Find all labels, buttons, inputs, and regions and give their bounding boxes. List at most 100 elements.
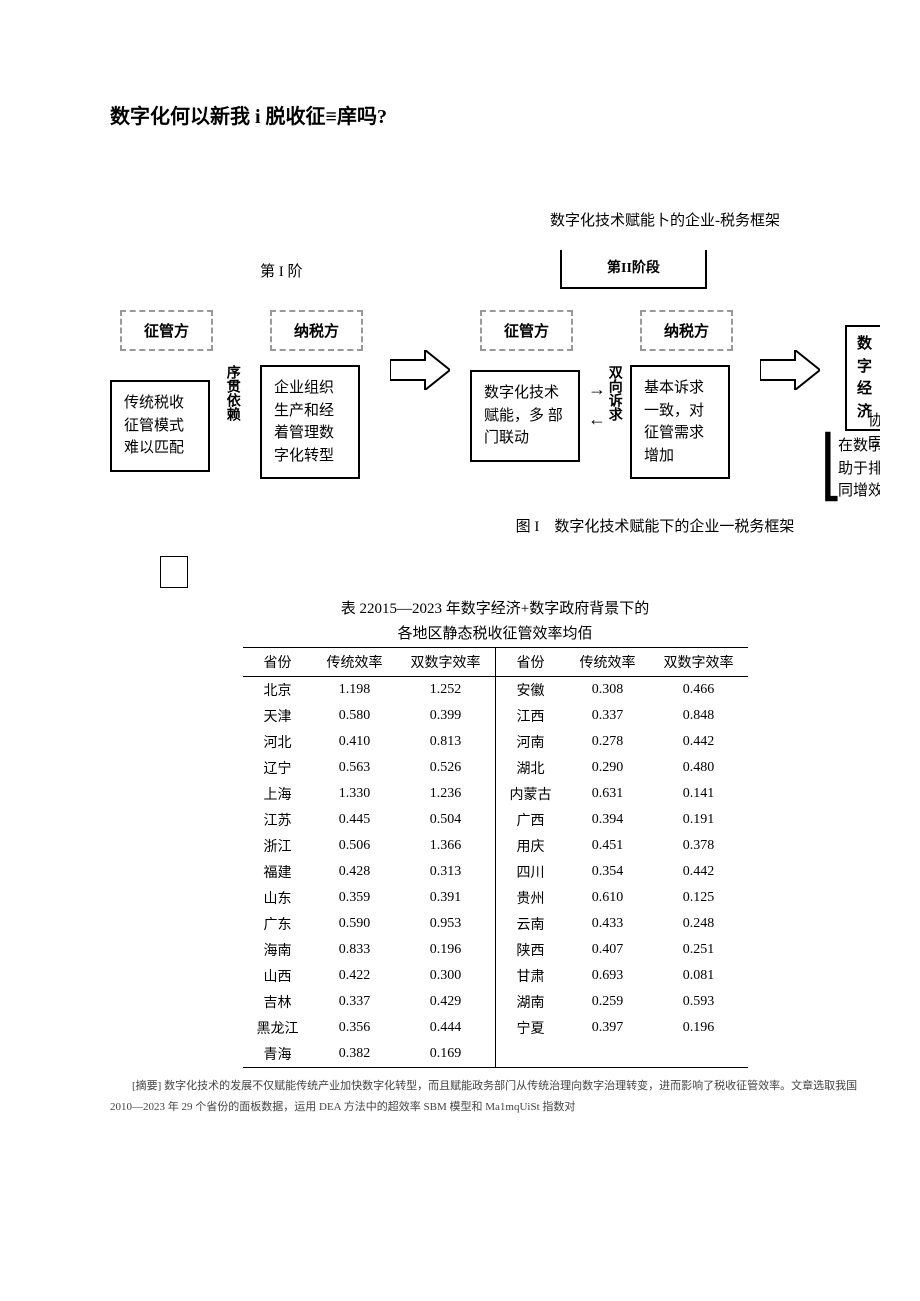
table-cell: 江西 bbox=[495, 703, 566, 729]
table-cell: 0.428 bbox=[313, 859, 397, 885]
table-cell: 湖北 bbox=[495, 755, 566, 781]
table-cell: 安徽 bbox=[495, 677, 566, 704]
table-cell: 0.953 bbox=[397, 911, 496, 937]
table-cell: 0.391 bbox=[397, 885, 496, 911]
box-zgf2: 征管方 bbox=[480, 310, 573, 351]
abstract-label: [摘要] bbox=[132, 1080, 161, 1092]
table-row: 福建0.4280.313四川0.3540.442 bbox=[243, 859, 748, 885]
table-cell bbox=[495, 1041, 566, 1068]
table-row: 天津0.5800.399江西0.3370.848 bbox=[243, 703, 748, 729]
box-enterprise: 企业组织 生产和经 着管理数 字化转型 bbox=[260, 365, 360, 479]
table-cell: 0.196 bbox=[397, 937, 496, 963]
table-cell: 辽宁 bbox=[243, 755, 313, 781]
table-cell: 0.590 bbox=[313, 911, 397, 937]
th-province2: 省份 bbox=[495, 648, 566, 677]
table-row: 上海1.3301.236内蒙古0.6310.141 bbox=[243, 781, 748, 807]
box-demand: 基本诉求 一致，对 征管需求 增加 bbox=[630, 365, 730, 479]
table-row: 广东0.5900.953云南0.4330.248 bbox=[243, 911, 748, 937]
table-cell: 0.359 bbox=[313, 885, 397, 911]
table-cell: 江苏 bbox=[243, 807, 313, 833]
box-traditional: 传统税收 征管模式 难以匹配 bbox=[110, 380, 210, 472]
table-cell: 0.382 bbox=[313, 1041, 397, 1068]
framework-diagram: 第 I 阶 第II阶段 征管方 纳税方 传统税收 征管模式 难以匹配 序贯依赖 … bbox=[110, 250, 880, 510]
table-cell: 0.526 bbox=[397, 755, 496, 781]
table-row: 山东0.3590.391贵州0.6100.125 bbox=[243, 885, 748, 911]
table-row: 黑龙江0.3560.444宁夏0.3970.196 bbox=[243, 1015, 748, 1041]
table-cell: 山西 bbox=[243, 963, 313, 989]
th-trad-eff: 传统效率 bbox=[313, 648, 397, 677]
table-cell: 0.563 bbox=[313, 755, 397, 781]
table-cell: 0.337 bbox=[566, 703, 650, 729]
table-cell: 湖南 bbox=[495, 989, 566, 1015]
table-cell: 海南 bbox=[243, 937, 313, 963]
table-cell: 0.248 bbox=[650, 911, 748, 937]
table-cell: 0.356 bbox=[313, 1015, 397, 1041]
abstract-text: 数字化技术的发展不仅赋能传统产业加快数字化转型，而且赋能政务部门从传统治理向数字… bbox=[110, 1080, 857, 1113]
table-cell: 0.506 bbox=[313, 833, 397, 859]
table-row: 青海0.3820.169 bbox=[243, 1041, 748, 1068]
table-title-l1: 表 22015—2023 年数字经济+数字政府背景下的 bbox=[110, 598, 880, 621]
table-cell: 0.466 bbox=[650, 677, 748, 704]
paper-title: 数字化何以新我 i 脱收征≡庠吗? bbox=[110, 100, 880, 129]
table-cell: 0.593 bbox=[650, 989, 748, 1015]
th-dual-eff2: 双数字效率 bbox=[650, 648, 748, 677]
table-cell: 1.236 bbox=[397, 781, 496, 807]
table-cell: 0.848 bbox=[650, 703, 748, 729]
table-row: 吉林0.3370.429湖南0.2590.593 bbox=[243, 989, 748, 1015]
table-row: 山西0.4220.300甘肃0.6930.081 bbox=[243, 963, 748, 989]
table-cell: 河南 bbox=[495, 729, 566, 755]
small-square-icon bbox=[160, 556, 188, 588]
table-cell: 广西 bbox=[495, 807, 566, 833]
abstract: [摘要] 数字化技术的发展不仅赋能传统产业加快数字化转型，而且赋能政务部门从传统… bbox=[110, 1076, 880, 1118]
table-row: 江苏0.4450.504广西0.3940.191 bbox=[243, 807, 748, 833]
table-cell: 0.125 bbox=[650, 885, 748, 911]
table-cell: 福建 bbox=[243, 859, 313, 885]
th-trad-eff2: 传统效率 bbox=[566, 648, 650, 677]
table-row: 海南0.8330.196陕西0.4070.251 bbox=[243, 937, 748, 963]
table-cell: 0.308 bbox=[566, 677, 650, 704]
diagram-title: 数字化技术赋能卜的企业-税务框架 bbox=[450, 209, 880, 230]
table-cell: 0.451 bbox=[566, 833, 650, 859]
th-province: 省份 bbox=[243, 648, 313, 677]
table-cell: 0.422 bbox=[313, 963, 397, 989]
table-cell: 0.378 bbox=[650, 833, 748, 859]
table-cell: 0.580 bbox=[313, 703, 397, 729]
table-cell: 0.399 bbox=[397, 703, 496, 729]
table-cell: 0.813 bbox=[397, 729, 496, 755]
table-cell bbox=[650, 1041, 748, 1068]
table-cell: 山东 bbox=[243, 885, 313, 911]
table-cell: 0.693 bbox=[566, 963, 650, 989]
table-cell: 0.354 bbox=[566, 859, 650, 885]
stage1-label: 第 I 阶 bbox=[260, 260, 303, 281]
table-cell: 内蒙古 bbox=[495, 781, 566, 807]
table-cell: 云南 bbox=[495, 911, 566, 937]
table-cell: 青海 bbox=[243, 1041, 313, 1068]
table-cell: 0.407 bbox=[566, 937, 650, 963]
table-cell: 0.251 bbox=[650, 937, 748, 963]
table-cell: 0.141 bbox=[650, 781, 748, 807]
table-cell: 0.313 bbox=[397, 859, 496, 885]
table-cell: 贵州 bbox=[495, 885, 566, 911]
vert-seq-dep: 序贯依赖 bbox=[223, 365, 240, 421]
table-cell: 0.480 bbox=[650, 755, 748, 781]
table-cell: 1.198 bbox=[313, 677, 397, 704]
table-cell: 四川 bbox=[495, 859, 566, 885]
table-cell: 0.433 bbox=[566, 911, 650, 937]
table-cell: 0.631 bbox=[566, 781, 650, 807]
table-cell: 0.278 bbox=[566, 729, 650, 755]
table-cell: 0.397 bbox=[566, 1015, 650, 1041]
table-cell: 吉林 bbox=[243, 989, 313, 1015]
table-cell: 0.445 bbox=[313, 807, 397, 833]
table-header-row: 省份 传统效率 双数字效率 省份 传统效率 双数字效率 bbox=[243, 648, 748, 677]
table-cell: 0.410 bbox=[313, 729, 397, 755]
arrow-right-2-icon bbox=[760, 350, 820, 390]
table-cell: 0.169 bbox=[397, 1041, 496, 1068]
table-cell: 1.366 bbox=[397, 833, 496, 859]
table-row: 浙江0.5061.366用庆0.4510.378 bbox=[243, 833, 748, 859]
table-row: 河北0.4100.813河南0.2780.442 bbox=[243, 729, 748, 755]
table-cell: 0.833 bbox=[313, 937, 397, 963]
table-cell bbox=[566, 1041, 650, 1068]
efficiency-table: 省份 传统效率 双数字效率 省份 传统效率 双数字效率 北京1.1981.252… bbox=[243, 647, 748, 1068]
table-cell: 甘肃 bbox=[495, 963, 566, 989]
box-zgf1: 征管方 bbox=[120, 310, 213, 351]
